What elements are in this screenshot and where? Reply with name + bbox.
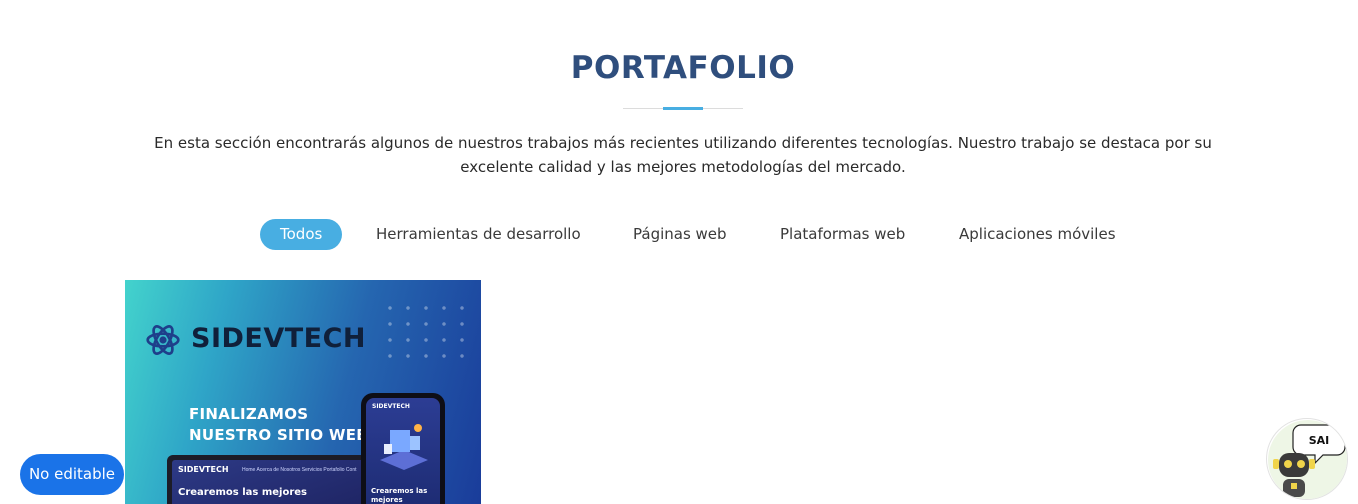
filter-herramientas-de-desarrollo[interactable]: Herramientas de desarrollo	[376, 219, 581, 250]
filter-aplicaciones-moviles[interactable]: Aplicaciones móviles	[959, 219, 1116, 250]
isometric-illustration	[380, 424, 428, 470]
robot-avatar-icon: SAI	[1268, 420, 1347, 499]
sai-assistant-button[interactable]: SAI	[1266, 418, 1348, 500]
assistant-label: SAI	[1309, 434, 1330, 447]
card-headline-line1: FINALIZAMOS	[189, 405, 309, 423]
laptop-mockup: SIDEVTECH Home Acerca de Nosotros Servic…	[167, 455, 377, 504]
portfolio-filters: Todos Herramientas de desarrollo Páginas…	[0, 219, 1358, 251]
filter-todos[interactable]: Todos	[260, 219, 343, 250]
decorative-dots	[381, 300, 471, 360]
card-headline: FINALIZAMOS NUESTRO SITIO WEB	[189, 404, 368, 446]
card-brand: SIDEVTECH	[191, 323, 367, 354]
phone-mockup: SIDEVTECH Crearemos las mejores solucion…	[361, 393, 445, 504]
no-editable-badge: No editable	[20, 454, 124, 495]
section-description: En esta sección encontrarás algunos de n…	[154, 134, 1212, 176]
filter-plataformas-web[interactable]: Plataformas web	[780, 219, 905, 250]
title-divider-accent	[663, 107, 703, 110]
laptop-menu: Home Acerca de Nosotros Servicios Portaf…	[242, 467, 357, 473]
phone-brand: SIDEVTECH	[372, 403, 410, 410]
laptop-screen: SIDEVTECH Home Acerca de Nosotros Servic…	[172, 460, 372, 504]
card-headline-line2: NUESTRO SITIO WEB	[189, 426, 369, 444]
section-title: PORTAFOLIO	[570, 50, 796, 86]
sidevtech-logo-icon	[146, 325, 180, 355]
laptop-brand: SIDEVTECH	[178, 465, 229, 474]
portfolio-item-sidevtech[interactable]: SIDEVTECH FINALIZAMOS NUESTRO SITIO WEB …	[125, 280, 481, 504]
filter-paginas-web[interactable]: Páginas web	[633, 219, 727, 250]
laptop-headline: Crearemos las mejores	[178, 487, 308, 498]
phone-screen: SIDEVTECH Crearemos las mejores solucion…	[366, 398, 440, 504]
phone-headline: Crearemos las mejores soluciones para tu…	[371, 487, 428, 504]
